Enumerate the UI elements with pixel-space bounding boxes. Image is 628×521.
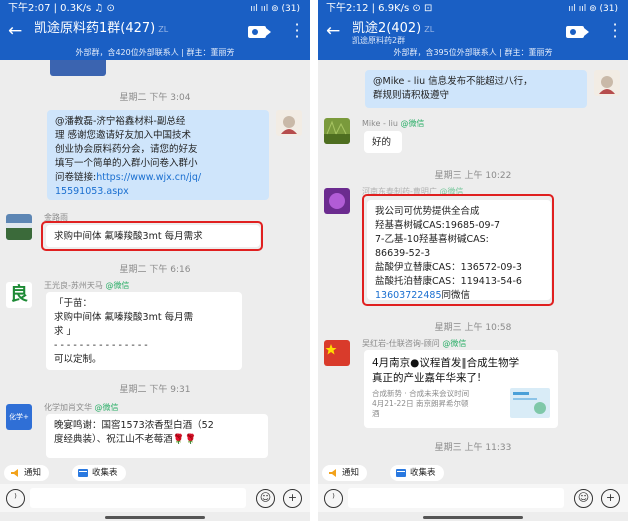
highlight-box [41, 221, 263, 251]
message-input[interactable] [348, 488, 564, 508]
notice-chip[interactable]: 通知 [4, 465, 50, 481]
plus-icon[interactable]: + [601, 489, 620, 508]
timestamp: 星期三 上午 10:22 [434, 171, 512, 181]
sender-name: 化学加肖文华 @微信 [44, 403, 119, 412]
notice-chip[interactable]: 通知 [322, 465, 368, 481]
card-title: 4月南京●议程首发‖合成生物学 真正的产业嘉年华来了! [372, 357, 520, 384]
invite-link[interactable]: https://www.wjx.cn/jq/ [96, 172, 201, 183]
emoji-icon[interactable]: ☺ [574, 489, 593, 508]
avatar[interactable]: 良 [6, 282, 32, 308]
image-thumbnail[interactable] [50, 60, 106, 76]
status-time: 下午2:12 | 6.9K/s ⊙ ⊡ [326, 3, 433, 14]
self-message-bubble[interactable]: @Mike - liu 信息发布不能超过八行， 群规则请积极遵守 [365, 70, 587, 108]
avatar[interactable] [324, 188, 350, 214]
home-indicator [105, 516, 205, 519]
chat-title[interactable]: 凯途原料药1群(427) ZL [34, 21, 168, 38]
video-call-icon[interactable] [248, 26, 271, 38]
message-input[interactable] [30, 488, 246, 508]
more-menu-icon[interactable]: · · · [294, 17, 300, 45]
video-call-icon[interactable] [566, 26, 589, 38]
megaphone-icon [10, 468, 20, 478]
timestamp: 星期二 下午 9:31 [119, 385, 191, 395]
chat-screen-left: 下午2:07 | 0.3K/s ♫ ⊙ ııl ııl ⊚ (31) ← 凯途原… [0, 0, 310, 521]
quick-actions: 通知 收集表 [318, 462, 628, 484]
card-thumbnail [510, 388, 550, 418]
timestamp: 星期三 上午 10:58 [434, 323, 512, 333]
self-message-bubble[interactable]: @潘教磊-济宁裕鑫材料-副总经 理 感谢您邀请好友加入中国技术 创业协会原料药分… [47, 110, 269, 200]
chat-header: ← 凯途原料药1群(427) ZL · · · [0, 17, 310, 46]
home-indicator [423, 516, 523, 519]
tag-label: ZL [424, 25, 435, 34]
message-bubble[interactable]: 晚宴鸣谢：国窖1573浓香型白酒（52 度经典装）、祝江山不老莓酒🌹🌹 [46, 414, 268, 458]
timestamp: 星期二 下午 6:16 [119, 265, 191, 275]
avatar[interactable] [324, 118, 350, 144]
avatar[interactable]: 化学+ [6, 404, 32, 430]
emoji-icon[interactable]: ☺ [256, 489, 275, 508]
sender-name: 王光良-苏州天马 @微信 [44, 281, 130, 290]
link-card[interactable]: 4月南京●议程首发‖合成生物学 真正的产业嘉年华来了! 合成新势 · 合成未来会… [364, 350, 558, 428]
sender-name: Mike - liu @微信 [362, 119, 425, 128]
form-icon [78, 468, 88, 478]
avatar[interactable] [324, 340, 350, 366]
chat-subtitle: 凯途原料药2群 [352, 36, 406, 45]
message-bubble[interactable]: 好的 [364, 131, 402, 153]
form-icon [396, 468, 406, 478]
avatar[interactable] [6, 214, 32, 240]
collect-form-chip[interactable]: 收集表 [72, 465, 126, 481]
message-bubble[interactable]: 「于苗： 求购中间体 氟嗪羧酸3mt 每月需 求 」 - - - - - - -… [46, 292, 242, 370]
highlight-box [362, 194, 554, 306]
group-info-bar[interactable]: 外部群，含395位外部联系人 | 群主：董丽芳 [318, 46, 628, 60]
avatar[interactable] [276, 110, 302, 136]
timestamp: 星期二 下午 3:04 [119, 93, 191, 103]
voice-icon[interactable]: ⁾ [6, 489, 25, 508]
voice-icon[interactable]: ⁾ [324, 489, 343, 508]
input-bar: ⁾ ☺ + [318, 484, 628, 512]
timestamp: 星期三 上午 11:33 [434, 443, 512, 453]
more-menu-icon[interactable]: · · · [612, 17, 618, 45]
status-bar: 下午2:12 | 6.9K/s ⊙ ⊡ ııl ııl ⊚ (31) [318, 0, 628, 18]
tag-label: ZL [158, 25, 169, 34]
group-info-bar[interactable]: 外部群，含420位外部联系人 | 群主：董丽芳 [0, 46, 310, 60]
status-icons: ııl ııl ⊚ (31) [250, 4, 300, 14]
status-time: 下午2:07 | 0.3K/s ♫ ⊙ [8, 3, 115, 14]
megaphone-icon [328, 468, 338, 478]
quick-actions: 通知 收集表 [0, 462, 310, 484]
sender-name: 吴红岩-仕联咨询-顾问 @微信 [362, 339, 467, 348]
avatar[interactable] [594, 70, 620, 96]
card-description: 合成新势 · 合成未来会议时间 4月21-22日 南京朗昇希尔顿 酒 [372, 389, 470, 418]
chat-screen-right: 下午2:12 | 6.9K/s ⊙ ⊡ ııl ııl ⊚ (31) ← 凯途2… [318, 0, 628, 521]
chat-header: ← 凯途2(402) ZL 凯途原料药2群 · · · [318, 17, 628, 46]
collect-form-chip[interactable]: 收集表 [390, 465, 444, 481]
invite-link-cont[interactable]: 15591053.aspx [55, 185, 261, 199]
back-arrow-icon[interactable]: ← [326, 20, 340, 42]
input-bar: ⁾ ☺ + [0, 484, 310, 512]
status-bar: 下午2:07 | 0.3K/s ♫ ⊙ ııl ııl ⊚ (31) [0, 0, 310, 18]
status-icons: ııl ııl ⊚ (31) [568, 4, 618, 14]
plus-icon[interactable]: + [283, 489, 302, 508]
back-arrow-icon[interactable]: ← [8, 20, 22, 42]
